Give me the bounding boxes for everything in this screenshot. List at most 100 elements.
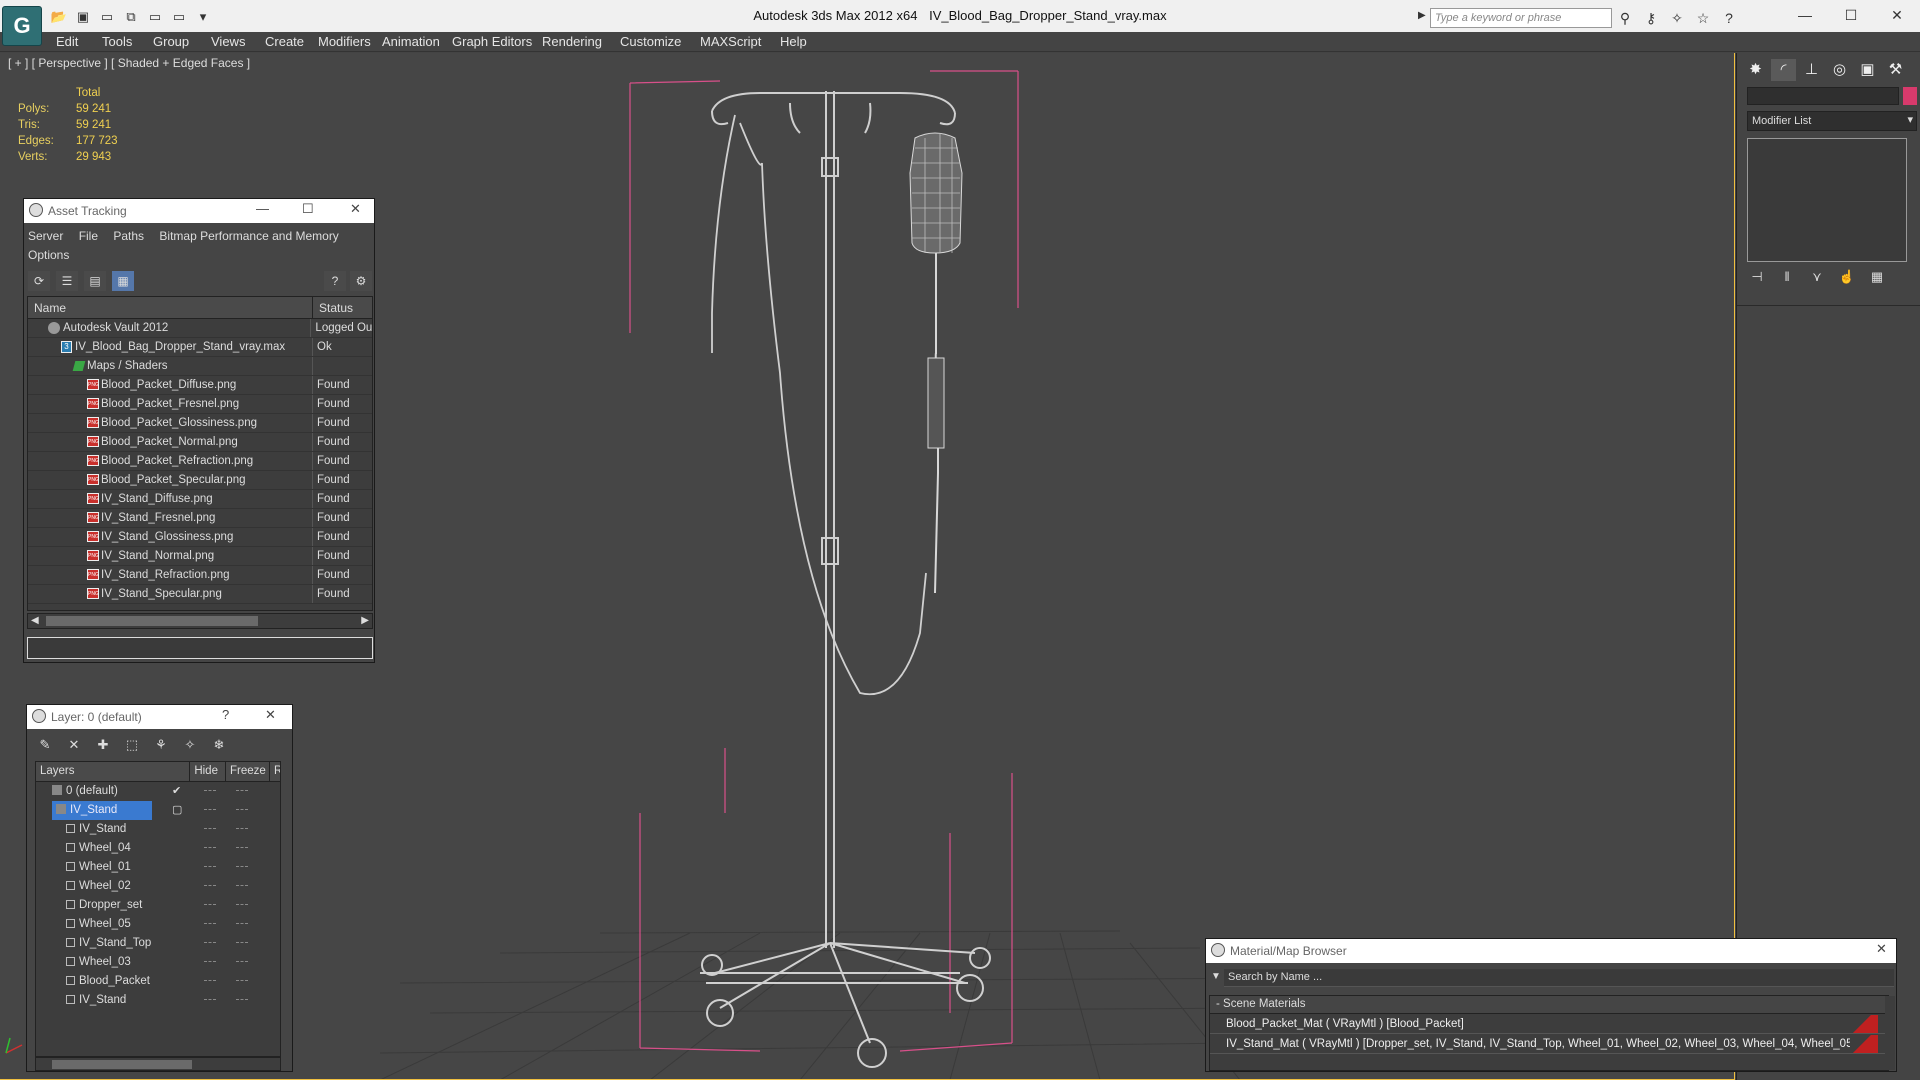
freeze-toggle[interactable] [236,885,248,886]
show-end-result-icon[interactable]: ‖ [1777,267,1797,287]
modifier-list-dropdown[interactable]: Modifier List ▾ [1747,111,1917,131]
hide-all-icon[interactable]: ✧ [178,735,202,755]
menu-bitmap-performance[interactable]: Bitmap Performance and Memory [159,229,338,243]
project-folder-icon[interactable]: ▭ [144,7,166,27]
freeze-toggle[interactable] [236,904,248,905]
help-icon[interactable]: ? [324,271,346,291]
search-expand-icon[interactable]: ▶ [1418,10,1426,21]
asset-row[interactable]: Maps / Shaders [28,357,372,376]
asset-row[interactable]: PNG IV_Stand_Diffuse.png Found [28,490,372,509]
modifier-stack[interactable] [1747,138,1907,262]
layer-object-row[interactable]: Wheel_05 [36,915,280,934]
scene-materials-header[interactable]: - Scene Materials [1210,996,1888,1014]
minimize-button[interactable]: — [1782,0,1828,30]
layer-object-row[interactable]: Wheel_04 [36,839,280,858]
set-current-layer-icon[interactable]: ▢ [172,801,182,820]
app-logo-button[interactable]: G [2,6,42,46]
create-tab-icon[interactable]: ✸ [1743,59,1768,81]
asset-path-field[interactable] [27,637,373,659]
layer-row[interactable]: IV_Stand ▢ [36,801,280,820]
list-view-icon[interactable]: ☰ [56,271,78,291]
freeze-toggle[interactable] [236,866,248,867]
menu-animation[interactable]: Animation [382,34,440,49]
select-objects-icon[interactable]: ⬚ [120,735,144,755]
horizontal-scrollbar[interactable]: ◀ ▶ [27,613,373,629]
display-tab-icon[interactable]: ▣ [1855,59,1880,81]
hide-toggle[interactable] [204,961,216,962]
menu-rendering[interactable]: Rendering [542,34,602,49]
material-browser-titlebar[interactable]: Material/Map Browser ✕ [1206,939,1896,963]
menu-maxscript[interactable]: MAXScript [700,34,761,49]
column-freeze[interactable]: Freeze [226,762,270,781]
menu-file[interactable]: File [79,229,98,243]
modify-tab-icon[interactable]: ◜ [1771,59,1796,81]
asset-row[interactable]: PNG Blood_Packet_Fresnel.png Found [28,395,372,414]
column-render[interactable]: R [270,762,280,781]
asset-row[interactable]: PNG IV_Stand_Fresnel.png Found [28,509,372,528]
close-icon[interactable]: ✕ [265,707,276,723]
maximize-icon[interactable]: ☐ [302,201,314,217]
utilities-tab-icon[interactable]: ⚒ [1883,59,1908,81]
favorites-star-icon[interactable]: ☆ [1692,8,1714,28]
asset-row[interactable]: PNG Blood_Packet_Glossiness.png Found [28,414,372,433]
asset-row[interactable]: PNG Blood_Packet_Refraction.png Found [28,452,372,471]
hide-toggle[interactable] [204,923,216,924]
new-layer-icon[interactable]: ✎ [33,735,57,755]
viewport-icon[interactable]: ▭ [168,7,190,27]
settings-icon[interactable]: ⚙ [350,271,372,291]
asset-row[interactable]: 3 IV_Blood_Bag_Dropper_Stand_vray.max Ok [28,338,372,357]
menu-views[interactable]: Views [211,34,245,49]
asset-row[interactable]: PNG Blood_Packet_Specular.png Found [28,471,372,490]
close-icon[interactable]: ✕ [350,201,361,217]
freeze-toggle[interactable] [236,961,248,962]
motion-tab-icon[interactable]: ◎ [1827,59,1852,81]
table-view-icon[interactable]: ▦ [112,271,134,291]
help-button[interactable]: ? [222,707,229,722]
menu-group[interactable]: Group [153,34,189,49]
asset-row[interactable]: PNG IV_Stand_Specular.png Found [28,585,372,604]
scrollbar-thumb[interactable] [46,616,258,626]
qat-dropdown-icon[interactable]: ▾ [192,7,214,27]
layer-object-row[interactable]: Wheel_03 [36,953,280,972]
communication-icon[interactable]: ✧ [1666,8,1688,28]
menu-graph-editors[interactable]: Graph Editors [452,34,532,49]
make-unique-icon[interactable]: ⋎ [1807,267,1827,287]
hide-toggle[interactable] [204,790,216,791]
material-item[interactable]: IV_Stand_Mat ( VRayMtl ) [Dropper_set, I… [1210,1034,1888,1054]
asset-row[interactable]: PNG IV_Stand_Normal.png Found [28,547,372,566]
undo-icon[interactable]: ▭ [96,7,118,27]
configure-modifier-sets-icon[interactable]: ▦ [1867,267,1887,287]
material-item[interactable]: Blood_Packet_Mat ( VRayMtl ) [Blood_Pack… [1210,1014,1888,1034]
layer-row[interactable]: 0 (default) ✔ [36,782,280,801]
asset-row[interactable]: Autodesk Vault 2012 Logged Ou [28,319,372,338]
hide-toggle[interactable] [204,885,216,886]
hide-toggle[interactable] [204,866,216,867]
delete-layer-icon[interactable]: ✕ [62,735,86,755]
object-color-swatch[interactable] [1903,87,1917,105]
freeze-toggle[interactable] [236,923,248,924]
maximize-button[interactable]: ☐ [1828,0,1874,30]
close-button[interactable]: ✕ [1874,0,1920,30]
menu-options[interactable]: Options [28,248,69,262]
subscription-icon[interactable]: ⚷ [1640,8,1662,28]
layer-object-row[interactable]: IV_Stand_Top [36,934,280,953]
infocenter-search-input[interactable]: Type a keyword or phrase [1430,8,1612,28]
column-layers[interactable]: Layers [36,762,191,781]
menu-edit[interactable]: Edit [56,34,78,49]
column-status[interactable]: Status [313,297,359,318]
hide-toggle[interactable] [204,809,216,810]
detail-view-icon[interactable]: ▤ [84,271,106,291]
layer-object-row[interactable]: Dropper_set [36,896,280,915]
layer-object-row[interactable]: IV_Stand [36,820,280,839]
freeze-toggle[interactable] [236,847,248,848]
menu-create[interactable]: Create [265,34,304,49]
hide-toggle[interactable] [204,828,216,829]
open-file-icon[interactable]: 📂 [48,7,70,27]
redo-icon[interactable]: ⧉ [120,7,142,27]
asset-tracking-titlebar[interactable]: Asset Tracking — ☐ ✕ [24,199,374,223]
current-layer-check-icon[interactable]: ✔ [172,782,181,801]
scroll-left-icon[interactable]: ◀ [31,615,39,626]
hide-toggle[interactable] [204,999,216,1000]
binoculars-icon[interactable]: ⚲ [1614,8,1636,28]
scroll-right-icon[interactable]: ▶ [361,615,369,626]
